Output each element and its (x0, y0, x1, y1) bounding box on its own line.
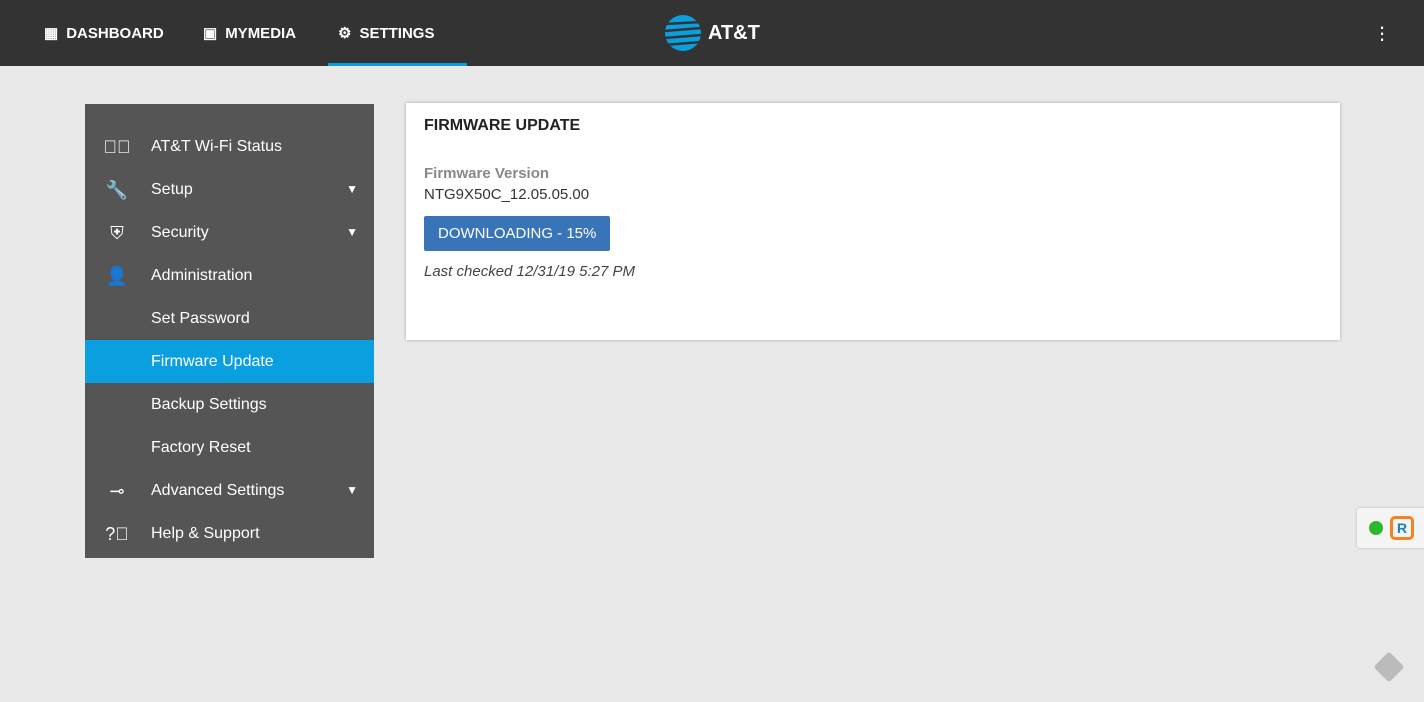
more-menu-icon[interactable]: · · · (1378, 16, 1386, 50)
chevron-down-icon: ▼ (346, 182, 358, 196)
status-widget[interactable]: R (1357, 508, 1424, 548)
sidebar-item-firmware-update[interactable]: Firmware Update (85, 340, 374, 383)
person-icon: 👤 (105, 265, 129, 286)
sidebar-item-help-support[interactable]: ?⃝ Help & Support (85, 512, 374, 555)
sidebar-item-administration[interactable]: 👤 Administration (85, 254, 374, 297)
feedback-icon[interactable] (1373, 651, 1405, 683)
last-checked-text: Last checked 12/31/19 5:27 PM (424, 263, 635, 280)
sidebar-item-wifi-status[interactable]: ✓⃝ AT&T Wi-Fi Status (85, 125, 374, 168)
toggle-icon: ⊸ (109, 480, 125, 501)
nav-mymedia[interactable]: ▣ MYMEDIA (203, 0, 296, 66)
chevron-down-icon: ▼ (346, 225, 358, 239)
att-logo: AT&T (664, 14, 760, 52)
sidebar-item-advanced-settings[interactable]: ⊸ Advanced Settings ▼ (85, 469, 374, 512)
globe-icon (664, 15, 702, 51)
sidebar: ✓⃝ AT&T Wi-Fi Status 🔧 Setup ▼ ⛨ Security ▼ 👤… (85, 104, 374, 558)
media-icon: ▣ (203, 25, 218, 42)
help-circle-icon: ?⃝ (105, 523, 129, 544)
wrench-icon: 🔧 (105, 179, 129, 200)
check-circle-icon: ✓⃝ (103, 136, 131, 157)
chevron-down-icon: ▼ (346, 483, 358, 497)
sidebar-item-factory-reset[interactable]: Factory Reset (85, 426, 374, 469)
shield-icon: ⛨ (110, 222, 124, 243)
sidebar-item-set-password[interactable]: Set Password (85, 297, 374, 340)
online-status-dot (1369, 521, 1383, 535)
r-app-icon[interactable]: R (1390, 516, 1414, 540)
gear-icon: ⚙ (338, 25, 352, 42)
sidebar-item-backup-settings[interactable]: Backup Settings (85, 383, 374, 426)
sidebar-item-setup[interactable]: 🔧 Setup ▼ (85, 168, 374, 211)
dashboard-icon: ▦ (44, 25, 59, 42)
nav-settings[interactable]: ⚙ SETTINGS (327, 0, 469, 66)
card-title: FIRMWARE UPDATE (424, 117, 581, 134)
firmware-version-label: Firmware Version (424, 165, 550, 182)
sidebar-item-security[interactable]: ⛨ Security ▼ (85, 211, 374, 254)
top-bar: ▦ DASHBOARD ▣ MYMEDIA ⚙ SETTINGS AT&T · · · (0, 0, 1424, 66)
firmware-update-card: FIRMWARE UPDATE Firmware Version NTG9X50… (406, 103, 1340, 340)
nav-dashboard[interactable]: ▦ DASHBOARD (44, 0, 164, 66)
downloading-button[interactable]: DOWNLOADING - 15% (424, 216, 611, 251)
firmware-version-value: NTG9X50C_12.05.05.00 (424, 186, 590, 203)
